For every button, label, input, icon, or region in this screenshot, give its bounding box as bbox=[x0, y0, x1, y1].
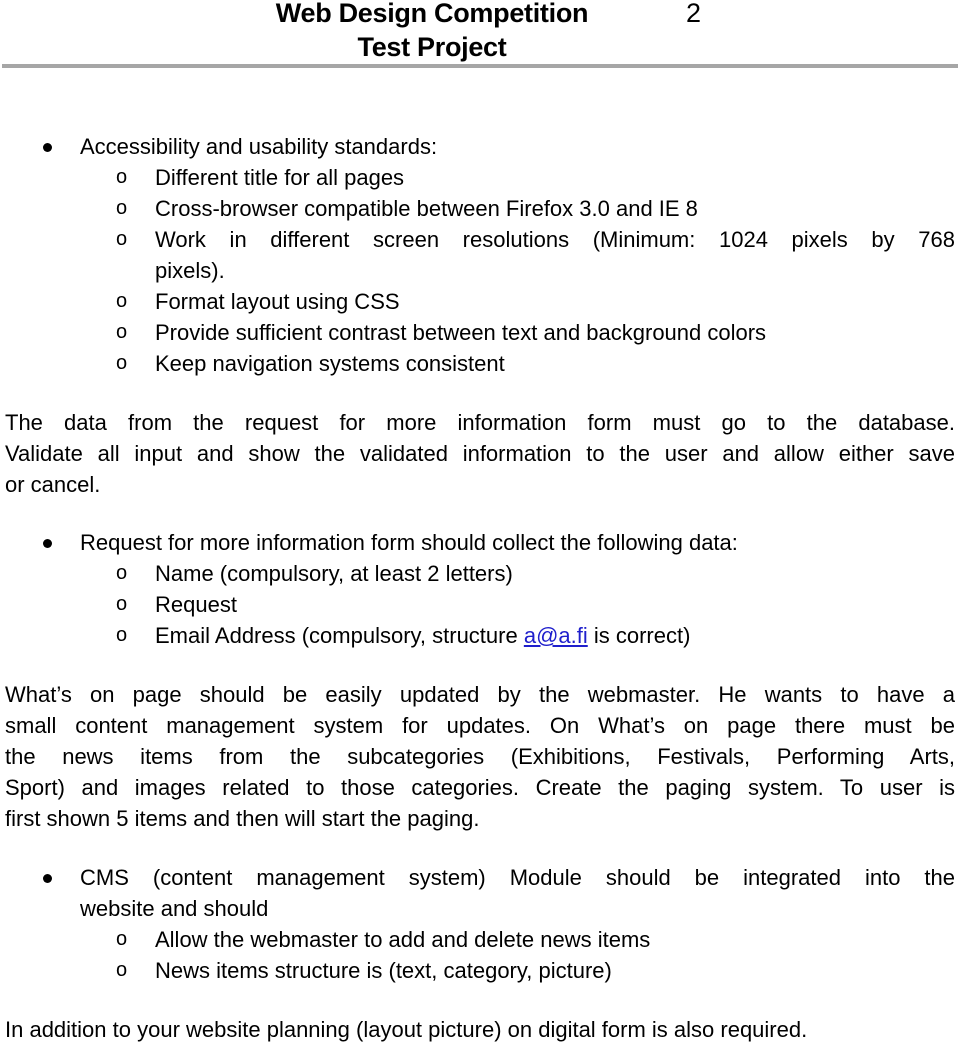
bullet-request-form: Request for more information form should… bbox=[5, 527, 955, 651]
sub-list-item: o Different title for all pages bbox=[5, 162, 955, 193]
sub-list-item: o Keep navigation systems consistent bbox=[5, 348, 955, 379]
document-title: Web Design Competition Test Project bbox=[232, 0, 632, 64]
sub-bullet-icon: o bbox=[116, 352, 128, 374]
title-line-2: Test Project bbox=[357, 32, 507, 62]
page-number: 2 bbox=[686, 0, 702, 28]
sub-bullet-icon: o bbox=[116, 228, 128, 250]
title-line-1: Web Design Competition bbox=[275, 0, 589, 28]
bullet-text: Accessibility and usability standards: bbox=[80, 134, 438, 159]
paragraph-line: Validate all input and show the validate… bbox=[5, 441, 955, 466]
sub-item-text: Request bbox=[155, 592, 237, 617]
sub-bullet-icon: o bbox=[116, 197, 128, 219]
list-item: CMS (content management system) Module s… bbox=[5, 862, 955, 924]
page-header: Web Design Competition Test Project 2 bbox=[0, 0, 960, 68]
sub-item-text: Name (compulsory, at least 2 letters) bbox=[155, 561, 513, 586]
document-body: Accessibility and usability standards: o… bbox=[5, 131, 955, 1045]
sub-item-text: Work in different screen resolutions (Mi… bbox=[155, 227, 955, 252]
sub-list-item: o News items structure is (text, categor… bbox=[5, 955, 955, 986]
sub-list-item: o Provide sufficient contrast between te… bbox=[5, 317, 955, 348]
list-item: Request for more information form should… bbox=[5, 527, 955, 558]
sub-bullet-icon: o bbox=[116, 166, 128, 188]
header-divider bbox=[2, 64, 958, 68]
sub-list-item: o Cross-browser compatible between Firef… bbox=[5, 193, 955, 224]
bullet-icon bbox=[43, 143, 52, 152]
bullet-text: Request for more information form should… bbox=[80, 530, 738, 555]
sub-bullet-icon: o bbox=[116, 928, 128, 950]
sub-list-item: o Allow the webmaster to add and delete … bbox=[5, 924, 955, 955]
sub-bullet-icon: o bbox=[116, 959, 128, 981]
paragraph-line: small content management system for upda… bbox=[5, 713, 955, 738]
sub-item-text-continued: pixels). bbox=[155, 258, 225, 283]
paragraph-layout-picture: In addition to your website planning (la… bbox=[5, 1014, 955, 1045]
sub-item-text: Cross-browser compatible between Firefox… bbox=[155, 196, 698, 221]
paragraph-database: The data from the request for more infor… bbox=[5, 407, 955, 500]
bullet-icon bbox=[43, 874, 52, 883]
bullet-text-continued: website and should bbox=[80, 896, 269, 921]
sub-bullet-icon: o bbox=[116, 321, 128, 343]
paragraph-line: The data from the request for more infor… bbox=[5, 410, 955, 435]
paragraph-line: In addition to your website planning (la… bbox=[5, 1017, 808, 1042]
sub-item-text: Different title for all pages bbox=[155, 165, 405, 190]
paragraph-line: the news items from the subcategories (E… bbox=[5, 744, 955, 769]
sub-bullet-icon: o bbox=[116, 562, 128, 584]
sub-item-text-prefix: Email Address (compulsory, structure bbox=[155, 623, 524, 648]
sub-list-item: o Work in different screen resolutions (… bbox=[5, 224, 955, 286]
paragraph-line: first shown 5 items and then will start … bbox=[5, 806, 480, 831]
paragraph-line: What’s on page should be easily updated … bbox=[5, 682, 955, 707]
sub-list-item: o Name (compulsory, at least 2 letters) bbox=[5, 558, 955, 589]
sub-bullet-icon: o bbox=[116, 290, 128, 312]
bullet-icon bbox=[43, 539, 52, 548]
sub-item-text: Provide sufficient contrast between text… bbox=[155, 320, 767, 345]
bullet-text: CMS (content management system) Module s… bbox=[80, 865, 955, 890]
bullet-cms-module: CMS (content management system) Module s… bbox=[5, 862, 955, 986]
sub-item-text-suffix: is correct) bbox=[587, 623, 691, 648]
paragraph-line: Sport) and images related to those categ… bbox=[5, 775, 955, 800]
sub-list-item: o Format layout using CSS bbox=[5, 286, 955, 317]
bullet-accessibility: Accessibility and usability standards: o… bbox=[5, 131, 955, 379]
paragraph-whats-on: What’s on page should be easily updated … bbox=[5, 679, 955, 834]
sub-item-text: Format layout using CSS bbox=[155, 289, 400, 314]
sub-item-text: Keep navigation systems consistent bbox=[155, 351, 505, 376]
sub-item-text: Allow the webmaster to add and delete ne… bbox=[155, 927, 651, 952]
sub-item-text: News items structure is (text, category,… bbox=[155, 958, 612, 983]
email-example-link[interactable]: a@a.fi bbox=[524, 623, 588, 648]
list-item: Accessibility and usability standards: bbox=[5, 131, 955, 162]
sub-bullet-icon: o bbox=[116, 624, 128, 646]
sub-list-item: o Email Address (compulsory, structure a… bbox=[5, 620, 955, 651]
sub-list-item: o Request bbox=[5, 589, 955, 620]
paragraph-line: or cancel. bbox=[5, 472, 101, 497]
sub-bullet-icon: o bbox=[116, 593, 128, 615]
